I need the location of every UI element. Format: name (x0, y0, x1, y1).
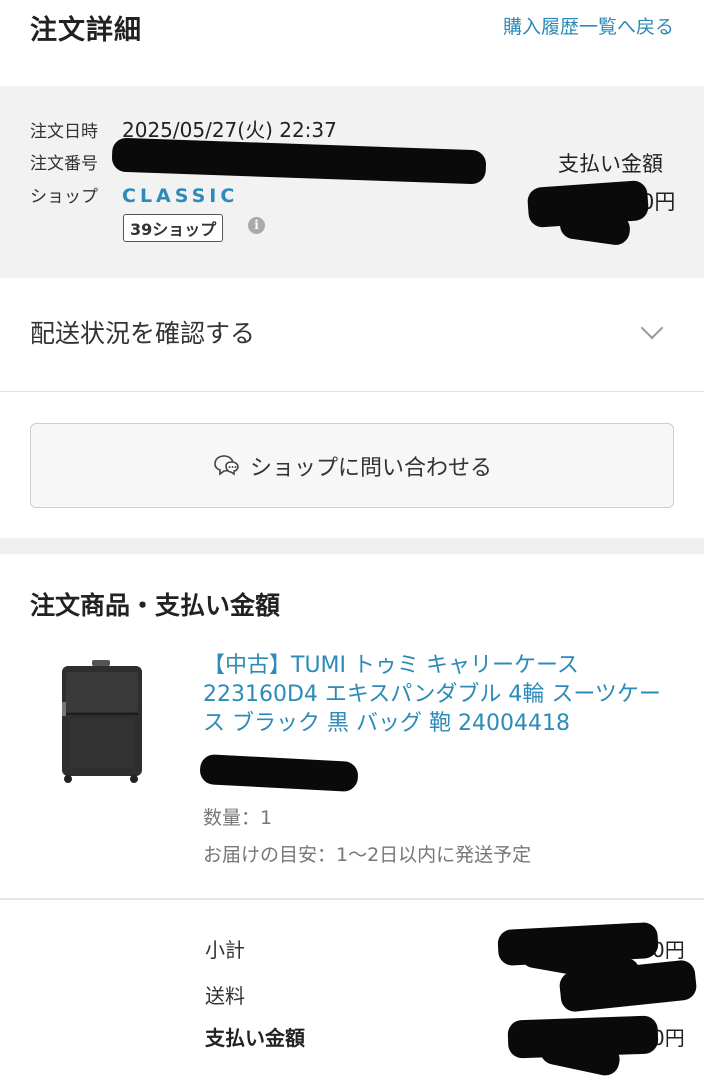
order-number-label: 注文番号 (30, 154, 98, 174)
section-divider (0, 538, 704, 554)
order-date-row: 注文日時 2025/05/27(火) 22:37 (30, 114, 337, 143)
info-icon[interactable]: i (248, 217, 265, 234)
order-date-label: 注文日時 (30, 122, 98, 142)
shop-badge: 39ショップ (123, 214, 224, 242)
subtotal-label: 小計 (205, 938, 245, 962)
items-section-title: 注文商品・支払い金額 (30, 591, 281, 620)
contact-shop-label: ショップに問い合わせる (249, 455, 492, 481)
page-title: 注文詳細 (30, 15, 142, 46)
chevron-down-icon (640, 316, 664, 340)
shipping-fee-label: 送料 (205, 984, 245, 1008)
product-name-link[interactable]: 【中古】TUMI トゥミ キャリーケース 223160D4 エキスパンダブル 4… (203, 651, 673, 738)
chat-bubble-icon (214, 454, 239, 476)
delivery-estimate: お届けの目安：1〜2日以内に発送予定 (203, 844, 532, 866)
redacted-order-number (111, 137, 487, 185)
order-info-panel: 注文日時 2025/05/27(火) 22:37 注文番号 ショップ CLASSIC… (0, 86, 704, 278)
shipping-status-row[interactable]: 配送状況を確認する (0, 278, 704, 392)
summary-divider (0, 898, 704, 900)
order-number-row: 注文番号 (30, 149, 122, 174)
payment-amount-label: 支払い金額 (558, 152, 663, 176)
redacted-product-price (199, 753, 359, 793)
shipping-status-label: 配送状況を確認する (30, 319, 256, 348)
product-image[interactable] (54, 658, 148, 786)
contact-shop-button[interactable]: ショップに問い合わせる (30, 423, 674, 508)
shop-name-link[interactable]: CLASSIC (122, 185, 238, 207)
product-quantity: 数量：1 (203, 807, 273, 829)
shop-label: ショップ (30, 187, 98, 207)
back-to-history-link[interactable]: 購入履歴一覧へ戻る (503, 12, 674, 39)
page-header: 注文詳細 購入履歴一覧へ戻る (0, 0, 704, 86)
shop-row: ショップ CLASSIC (30, 182, 238, 207)
total-label: 支払い金額 (205, 1026, 305, 1050)
